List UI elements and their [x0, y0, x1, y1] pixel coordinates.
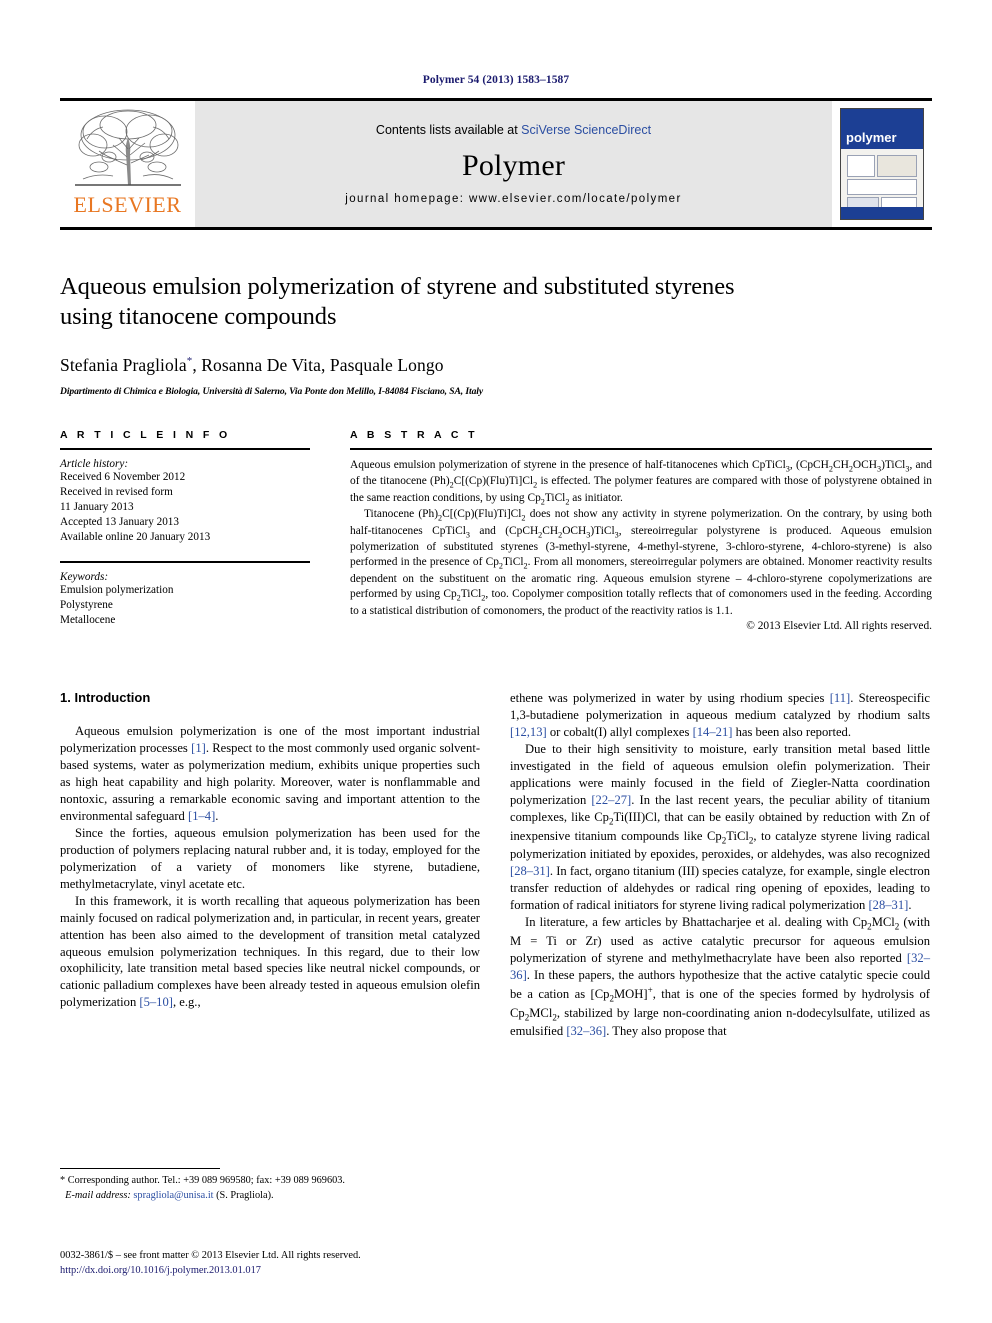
divider [60, 447, 310, 450]
keyword-item: Emulsion polymerization [60, 583, 174, 596]
running-head: Polymer 54 (2013) 1583–1587 [422, 74, 570, 86]
cover-title: polymer [841, 109, 923, 149]
article-info-column: A R T I C L E I N F O Article history: R… [60, 429, 310, 633]
journal-cover-thumbnail: polymer [832, 101, 932, 227]
body-paragraph: In this framework, it is worth recalling… [60, 893, 480, 1010]
abstract-paragraph: Titanocene (Ph)2C[(Cp)(Flu)Ti]Cl2 does n… [350, 508, 932, 617]
article-history-list: Received 6 November 2012 Received in rev… [60, 470, 310, 545]
email-line: E-mail address: spragliola@unisa.it (S. … [60, 1189, 480, 1204]
citation-ref[interactable]: [28–31] [510, 864, 550, 878]
masthead-center: Contents lists available at SciVerse Sci… [195, 101, 832, 227]
corresponding-author-line: * Corresponding author. Tel.: +39 089 96… [60, 1175, 345, 1186]
citation-ref[interactable]: [22–27] [591, 793, 631, 807]
citation-ref[interactable]: [11] [830, 691, 851, 705]
cover-art: polymer [840, 108, 924, 220]
body-paragraph: Aqueous emulsion polymerization is one o… [60, 724, 481, 823]
contents-prefix: Contents lists available at [375, 123, 522, 137]
cover-footer-band [841, 207, 923, 219]
elsevier-tree-icon [74, 109, 181, 186]
history-item: Received 6 November 2012 [60, 470, 186, 483]
elsevier-wordmark: ELSEVIER [73, 192, 182, 217]
citation-ref[interactable]: [14–21] [693, 725, 733, 739]
citation-ref[interactable]: [28–31] [868, 898, 908, 912]
email-label: E-mail address: [65, 1189, 131, 1201]
abstract-copyright: © 2013 Elsevier Ltd. All rights reserved… [746, 620, 932, 633]
email-suffix: (S. Pragliola). [216, 1189, 274, 1201]
body-right-column: ethene was polymerized in water by using… [510, 690, 930, 1040]
email-link[interactable]: spragliola@unisa.it [133, 1190, 213, 1201]
citation-ref[interactable]: [1] [191, 741, 206, 755]
history-item: Received in revised form [60, 485, 173, 498]
journal-masthead: ELSEVIER Contents lists available at Sci… [60, 98, 932, 230]
article-history-label: Article history: [60, 457, 129, 470]
keyword-item: Polystyrene [60, 598, 113, 611]
contents-available-line: Contents lists available at SciVerse Sci… [376, 123, 651, 137]
history-item: Available online 20 January 2013 [60, 530, 211, 543]
body-two-column: 1. Introduction Aqueous emulsion polymer… [60, 690, 932, 1040]
elsevier-logo: ELSEVIER [60, 101, 195, 227]
issn-copyright-line: 0032-3861/$ – see front matter © 2013 El… [60, 1250, 361, 1261]
doi-link[interactable]: http://dx.doi.org/10.1016/j.polymer.2013… [60, 1263, 620, 1278]
author-list: Stefania Pragliola*, Rosanna De Vita, Pa… [60, 354, 444, 375]
history-item: Accepted 13 January 2013 [60, 515, 179, 528]
divider [60, 560, 310, 563]
body-paragraph: In literature, a few articles by Bhattac… [510, 915, 930, 1039]
title-line-1: Aqueous emulsion polymerization of styre… [60, 273, 735, 300]
history-item: 11 January 2013 [60, 500, 134, 513]
footnote-divider [60, 1168, 220, 1169]
keywords-label: Keywords: [60, 570, 109, 583]
citation-ref[interactable]: [1–4] [188, 809, 215, 823]
affiliation: Dipartimento di Chimica e Biologia, Univ… [60, 385, 483, 397]
body-paragraph: Due to their high sensitivity to moistur… [510, 742, 930, 913]
keyword-item: Metallocene [60, 613, 116, 626]
abstract-paragraph: Aqueous emulsion polymerization of styre… [350, 458, 932, 506]
title-line-2: using titanocene compounds [60, 303, 337, 331]
page-title: Aqueous emulsion polymerization of styre… [60, 272, 932, 333]
divider [350, 447, 932, 450]
keywords-list: Emulsion polymerization Polystyrene Meta… [60, 583, 310, 628]
citation-ref[interactable]: [5–10] [139, 995, 173, 1009]
journal-homepage-link[interactable]: journal homepage: www.elsevier.com/locat… [345, 193, 681, 205]
citation-ref[interactable]: [12,13] [510, 725, 547, 739]
journal-title: Polymer [461, 149, 566, 182]
section-heading-introduction: 1. Introduction [60, 690, 151, 706]
abstract-column: A B S T R A C T Aqueous emulsion polymer… [350, 428, 932, 633]
corresponding-marker: * [186, 354, 193, 367]
citation-ref[interactable]: [32–36] [510, 951, 930, 982]
corresponding-author-footnote: * Corresponding author. Tel.: +39 089 96… [60, 1168, 480, 1204]
body-left-column: 1. Introduction Aqueous emulsion polymer… [60, 690, 480, 1040]
article-info-heading: A R T I C L E I N F O [60, 428, 231, 441]
page-footer: 0032-3861/$ – see front matter © 2013 El… [60, 1248, 620, 1278]
sciencedirect-link[interactable]: SciVerse ScienceDirect [521, 123, 651, 137]
body-paragraph: Since the forties, aqueous emulsion poly… [60, 825, 480, 891]
citation-ref[interactable]: [32–36] [566, 1024, 606, 1038]
abstract-heading: A B S T R A C T [350, 428, 478, 441]
body-paragraph: ethene was polymerized in water by using… [510, 691, 930, 740]
paper-page: Polymer 54 (2013) 1583–1587 ELSEVIER Con… [0, 0, 992, 1323]
cover-artwork [841, 149, 923, 207]
info-abstract-block: A R T I C L E I N F O Article history: R… [60, 428, 932, 633]
